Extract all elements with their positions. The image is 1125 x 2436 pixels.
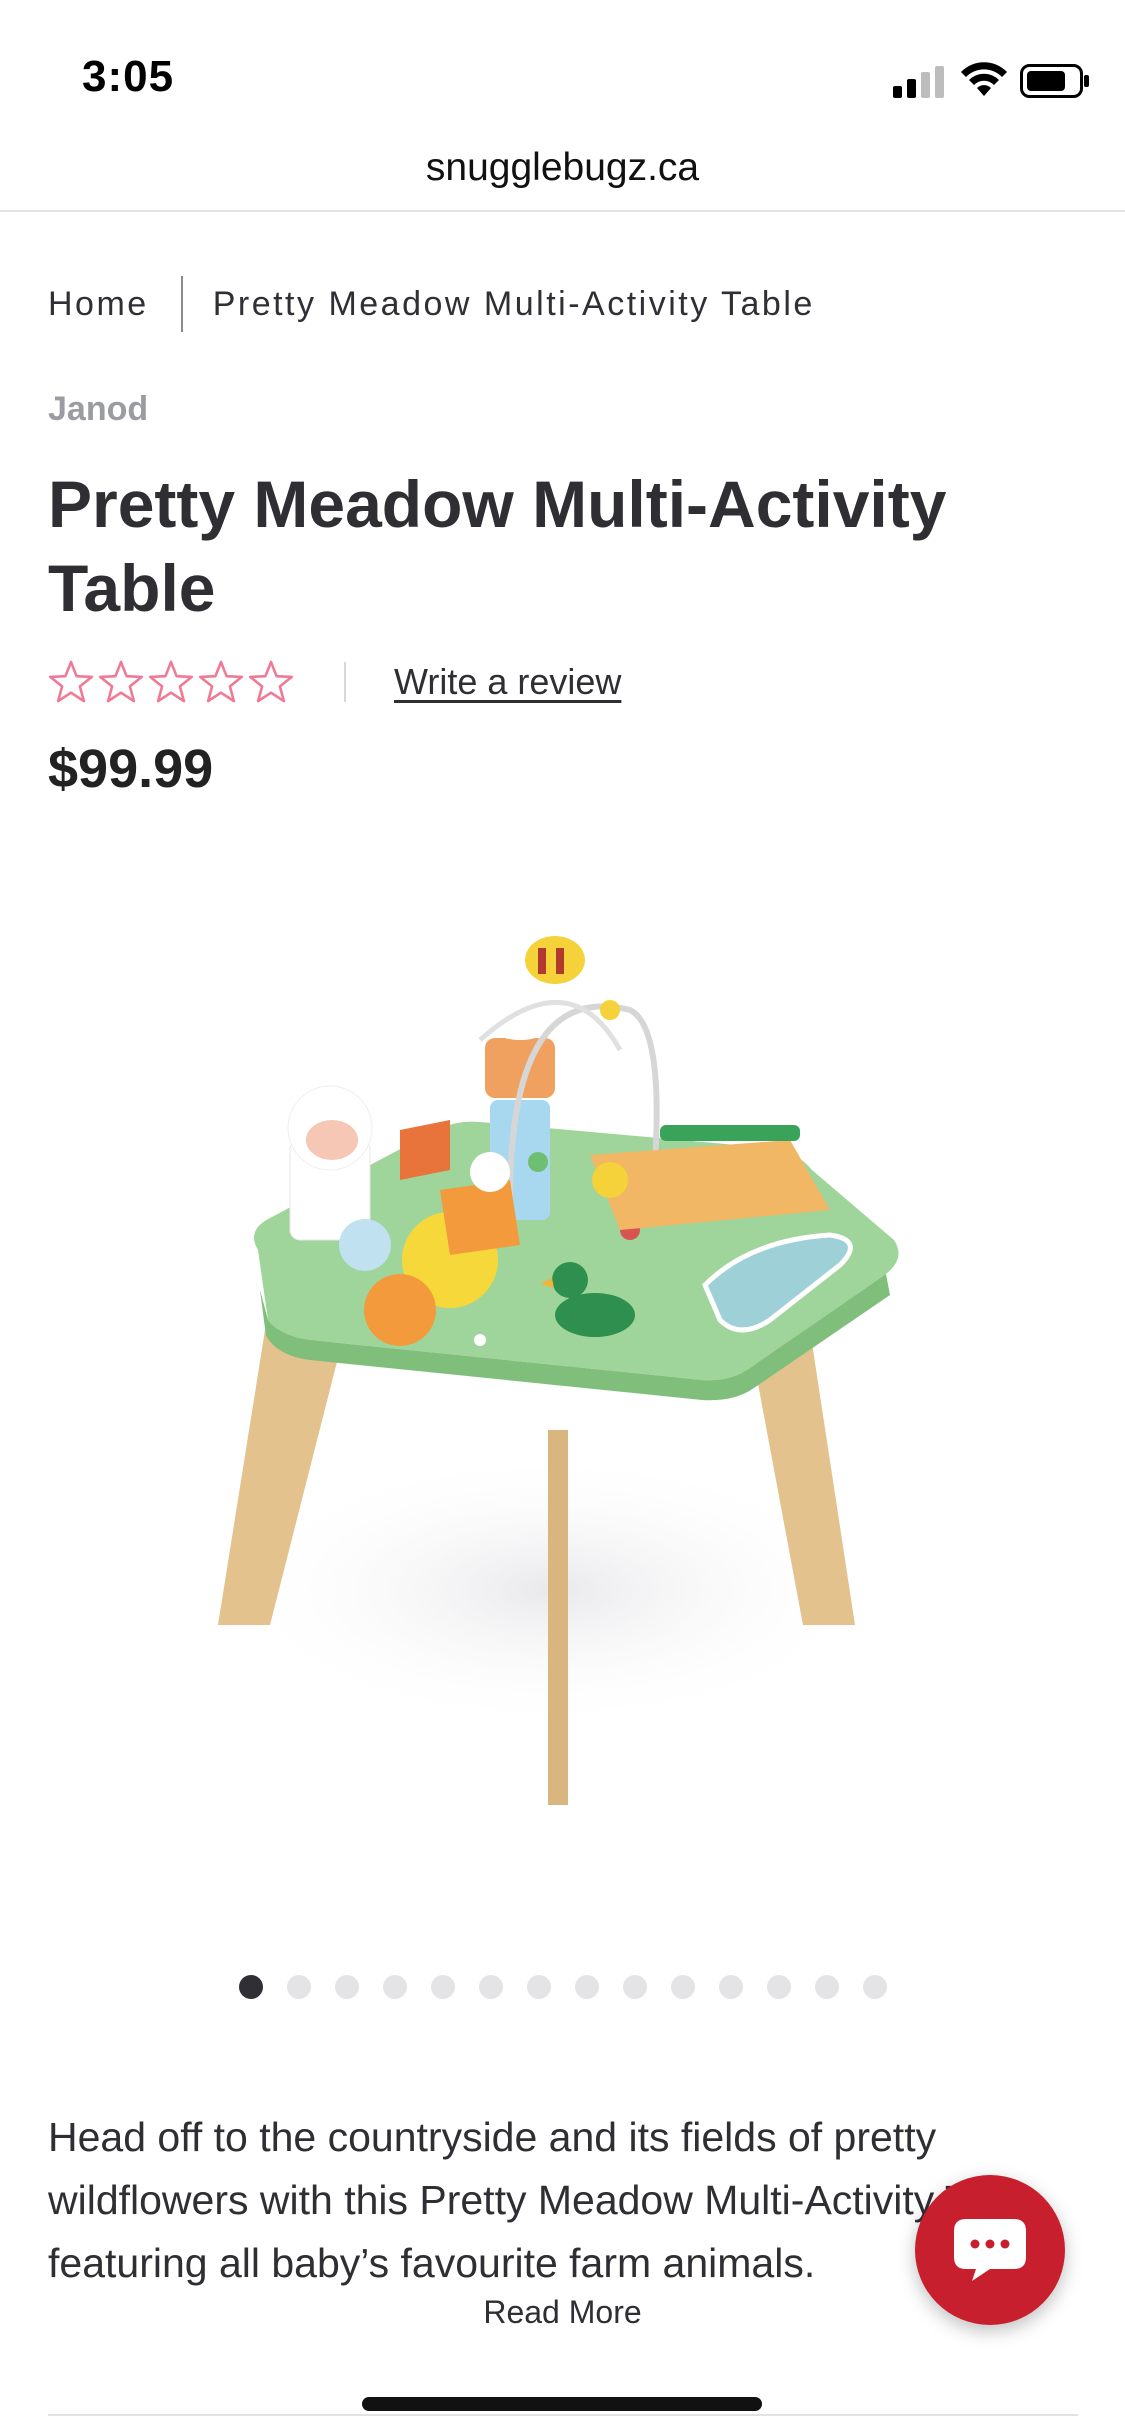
header-divider [0,210,1125,212]
chat-button[interactable] [915,2175,1065,2325]
carousel-dot[interactable] [815,1975,839,1999]
carousel-dot[interactable] [239,1975,263,1999]
activity-table-image[interactable] [150,900,950,1860]
carousel-dot[interactable] [335,1975,359,1999]
carousel-dot[interactable] [431,1975,455,1999]
carousel-dot[interactable] [527,1975,551,1999]
breadcrumb-current: Pretty Meadow Multi-Activity Table [212,284,815,323]
star-icon [98,660,144,703]
product-price: $99.99 [48,739,214,799]
breadcrumb: Home Pretty Meadow Multi-Activity Table [48,276,815,332]
image-carousel-dots [239,1975,887,1999]
write-review-link[interactable]: Write a review [394,661,621,703]
chat-bubble-icon [954,2219,1026,2281]
star-icon [198,660,244,703]
carousel-dot[interactable] [767,1975,791,1999]
home-indicator [362,2397,762,2411]
carousel-dot[interactable] [671,1975,695,1999]
status-bar: 3:05 snugglebugz.ca [0,0,1125,189]
breadcrumb-separator [180,276,183,332]
battery-icon [1020,64,1089,98]
product-title: Pretty Meadow Multi-Activity Table [48,467,947,625]
status-time: 3:05 [82,52,175,101]
carousel-dot[interactable] [479,1975,503,1999]
breadcrumb-home-link[interactable]: Home [48,285,149,324]
browser-url[interactable]: snugglebugz.ca [0,146,1125,190]
carousel-dot[interactable] [719,1975,743,1999]
star-rating[interactable] [48,659,294,705]
wifi-icon [961,62,1007,96]
product-brand-link[interactable]: Janod [48,390,148,429]
star-icon [48,660,94,703]
carousel-dot[interactable] [287,1975,311,1999]
carousel-dot[interactable] [383,1975,407,1999]
cellular-signal-icon [893,66,944,98]
rating-separator [344,662,346,702]
carousel-dot[interactable] [623,1975,647,1999]
star-icon [148,660,194,703]
carousel-dot[interactable] [863,1975,887,1999]
rating-row: Write a review [48,654,621,710]
section-divider [48,2414,1078,2416]
star-icon [248,660,294,703]
carousel-dot[interactable] [575,1975,599,1999]
